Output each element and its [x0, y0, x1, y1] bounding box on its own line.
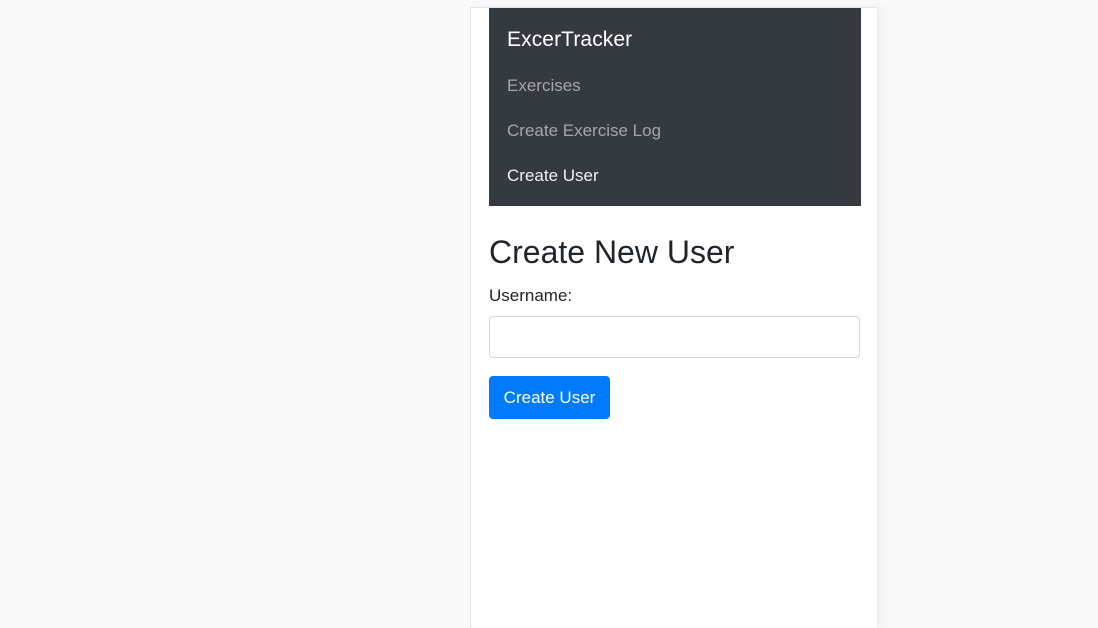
- page-title: Create New User: [489, 234, 735, 270]
- nav-link-create-user[interactable]: Create User: [507, 166, 599, 186]
- nav-link-exercises[interactable]: Exercises: [507, 76, 581, 96]
- username-input[interactable]: [489, 316, 860, 358]
- page-container: ExcerTracker Exercises Create Exercise L…: [470, 7, 878, 628]
- create-user-button[interactable]: Create User: [489, 376, 610, 419]
- username-label: Username:: [489, 286, 573, 305]
- brand-link[interactable]: ExcerTracker: [507, 28, 632, 52]
- nav-link-create-exercise-log[interactable]: Create Exercise Log: [507, 121, 661, 141]
- navbar: ExcerTracker Exercises Create Exercise L…: [489, 8, 861, 206]
